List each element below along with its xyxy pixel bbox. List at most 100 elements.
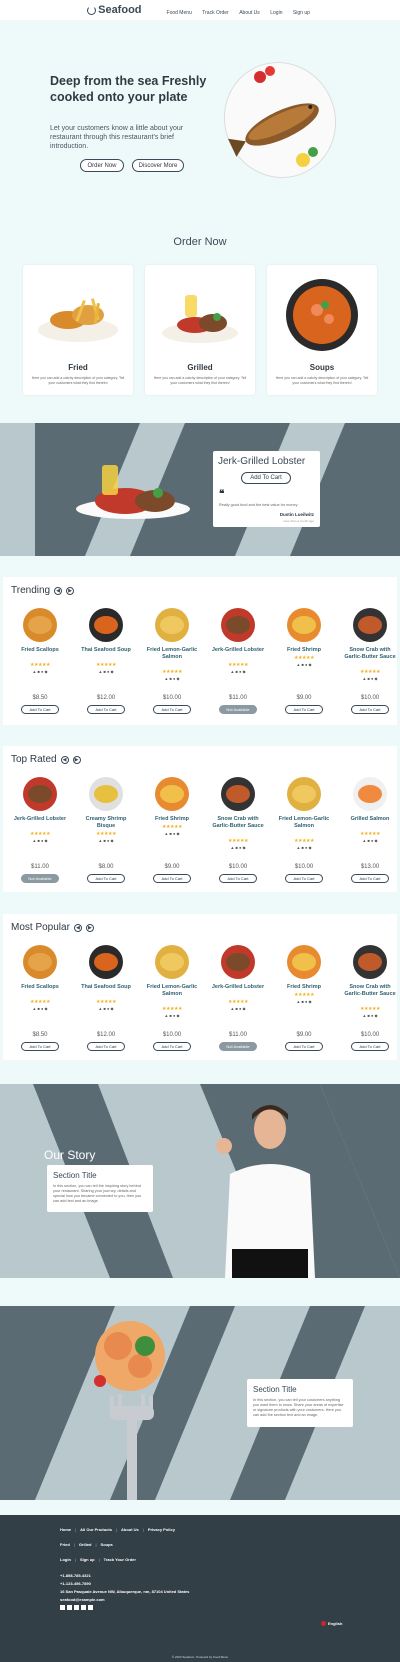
prev-arrow-icon[interactable]: ◀ xyxy=(60,755,69,764)
product-card-fried-shrimp[interactable]: Fried Shrimp ★★★★★ ▲ ■ ● ◆ $9.00 Add To Cart xyxy=(274,942,334,1054)
order-now-button[interactable]: Order Now xyxy=(80,159,124,172)
product-card-fried-lemon-garlic-salmon[interactable]: Fried Lemon-Garlic Salmon ★★★★★ ▲ ■ ● ◆ $10… xyxy=(274,774,334,886)
twitter-icon[interactable] xyxy=(67,1605,72,1610)
instagram-icon[interactable] xyxy=(81,1605,86,1610)
facebook-icon[interactable] xyxy=(60,1605,65,1610)
product-card-snow-crab-with-garlic-butter-sauce[interactable]: Snow Crab with Garlic-Butter Sauce ★★★★★ ▲… xyxy=(340,942,397,1054)
brand-name: Seafood xyxy=(98,4,142,16)
product-card-fried-shrimp[interactable]: Fried Shrimp ★★★★★ ▲ ■ ● ◆ $9.00 Add To Cart xyxy=(142,774,202,886)
featured-author: Dustin Lueilwitz xyxy=(279,512,314,517)
add-to-cart-button[interactable]: Add To Cart xyxy=(351,705,389,714)
nav-track-order[interactable]: Track Order xyxy=(202,10,228,16)
add-to-cart-button[interactable]: Add To Cart xyxy=(351,1042,389,1051)
add-to-cart-button[interactable]: Add To Cart xyxy=(285,705,323,714)
footer-link[interactable]: Login xyxy=(60,1557,71,1562)
prev-arrow-icon[interactable]: ◀ xyxy=(54,586,63,595)
rating-stars-icon: ★★★★★ xyxy=(228,662,248,668)
discover-more-button[interactable]: Discover More xyxy=(132,159,184,172)
add-to-cart-button[interactable]: Add To Cart xyxy=(351,874,389,883)
product-price: $12.00 xyxy=(96,1032,116,1038)
product-name[interactable]: Jerk-Grilled Lobster xyxy=(208,647,268,654)
product-card-thai-seafood-soup[interactable]: Thai Seafood Soup ★★★★★ ▲ ■ ● ◆ $12.00 Add T… xyxy=(76,942,136,1054)
product-name[interactable]: Snow Crab with Garlic-Butter Sauce xyxy=(340,647,397,661)
featured-add-to-cart-button[interactable]: Add To Cart xyxy=(241,472,291,484)
dietary-icons: ▲ ■ ● ◆ xyxy=(230,845,246,850)
add-to-cart-button[interactable]: Add To Cart xyxy=(87,874,125,883)
product-name[interactable]: Fried Lemon-Garlic Salmon xyxy=(142,647,202,661)
product-name[interactable]: Snow Crab with Garlic-Butter Sauce xyxy=(208,816,268,830)
footer-link[interactable]: Sign up xyxy=(80,1557,95,1562)
product-price: $8.50 xyxy=(32,695,48,701)
footer-address: 16 San Pasquale Avenue NW, Albuquerque, … xyxy=(60,1589,190,1594)
product-name[interactable]: Fried Shrimp xyxy=(274,647,334,654)
category-card-fried[interactable]: Fried Here you can add a catchy descript… xyxy=(23,265,133,395)
prev-arrow-icon[interactable]: ◀ xyxy=(73,923,82,932)
nav-about-us[interactable]: About Us xyxy=(239,10,260,16)
email-icon[interactable] xyxy=(88,1605,93,1610)
product-card-jerk-grilled-lobster[interactable]: Jerk-Grilled Lobster ★★★★★ ▲ ■ ● ◆ $11.00 No… xyxy=(208,942,268,1054)
product-name[interactable]: Thai Seafood Soup xyxy=(76,647,136,654)
product-card-jerk-grilled-lobster[interactable]: Jerk-Grilled Lobster ★★★★★ ▲ ■ ● ◆ $11.00 No… xyxy=(208,605,268,717)
add-to-cart-button[interactable]: Add To Cart xyxy=(153,705,191,714)
product-card-grilled-salmon[interactable]: Grilled Salmon ★★★★★ ▲ ■ ● ◆ $13.00 Add To C… xyxy=(340,774,397,886)
product-card-thai-seafood-soup[interactable]: Thai Seafood Soup ★★★★★ ▲ ■ ● ◆ $12.00 Add T… xyxy=(76,605,136,717)
nav-login[interactable]: Login xyxy=(270,10,282,16)
brand-logo[interactable]: Seafood xyxy=(87,4,142,16)
rating-stars-icon: ★★★★★ xyxy=(96,999,116,1005)
footer-phone1[interactable]: +1-858-785-4321 xyxy=(60,1573,91,1578)
product-card-fried-lemon-garlic-salmon[interactable]: Fried Lemon-Garlic Salmon ★★★★★ ▲ ■ ● ◆ $10… xyxy=(142,942,202,1054)
product-card-jerk-grilled-lobster[interactable]: Jerk-Grilled Lobster ★★★★★ ▲ ■ ● ◆ $11.00 No… xyxy=(10,774,70,886)
product-card-snow-crab-with-garlic-butter-sauce[interactable]: Snow Crab with Garlic-Butter Sauce ★★★★★ ▲… xyxy=(208,774,268,886)
youtube-icon[interactable] xyxy=(74,1605,79,1610)
product-name[interactable]: Fried Shrimp xyxy=(274,984,334,991)
next-arrow-icon[interactable]: ▶ xyxy=(72,755,81,764)
product-name[interactable]: Fried Lemon-Garlic Salmon xyxy=(274,816,334,830)
nav-sign-up[interactable]: Sign up xyxy=(293,10,310,16)
product-name[interactable]: Jerk-Grilled Lobster xyxy=(10,816,70,823)
add-to-cart-button[interactable]: Add To Cart xyxy=(153,1042,191,1051)
product-card-creamy-shrimp-bisque[interactable]: Creamy Shrimp Bisque ★★★★★ ▲ ■ ● ◆ $8.00 Add… xyxy=(76,774,136,886)
footer-link[interactable]: Privacy Policy xyxy=(148,1527,175,1532)
language-selector[interactable]: English xyxy=(321,1621,342,1626)
add-to-cart-button[interactable]: Add To Cart xyxy=(87,705,125,714)
product-name[interactable]: Thai Seafood Soup xyxy=(76,984,136,991)
product-name[interactable]: Snow Crab with Garlic-Butter Sauce xyxy=(340,984,397,998)
next-arrow-icon[interactable]: ▶ xyxy=(66,586,75,595)
add-to-cart-button[interactable]: Add To Cart xyxy=(219,874,257,883)
next-arrow-icon[interactable]: ▶ xyxy=(85,923,94,932)
add-to-cart-button[interactable]: Add To Cart xyxy=(87,1042,125,1051)
footer-email[interactable]: seafood@example.com xyxy=(60,1597,105,1602)
footer-link[interactable]: Soups xyxy=(101,1542,113,1547)
dietary-icons: ▲ ■ ● ◆ xyxy=(296,845,312,850)
add-to-cart-button[interactable]: Add To Cart xyxy=(285,874,323,883)
dish-image xyxy=(287,608,321,642)
footer-link[interactable]: Home xyxy=(60,1527,71,1532)
product-card-fried-lemon-garlic-salmon[interactable]: Fried Lemon-Garlic Salmon ★★★★★ ▲ ■ ● ◆ $10… xyxy=(142,605,202,717)
trending-title: Trending xyxy=(11,585,51,596)
product-name[interactable]: Fried Lemon-Garlic Salmon xyxy=(142,984,202,998)
product-name[interactable]: Grilled Salmon xyxy=(340,816,397,823)
product-name[interactable]: Creamy Shrimp Bisque xyxy=(76,816,136,830)
nav-food-menu[interactable]: Food Menu xyxy=(167,10,192,16)
add-to-cart-button[interactable]: Add To Cart xyxy=(21,1042,59,1051)
product-card-snow-crab-with-garlic-butter-sauce[interactable]: Snow Crab with Garlic-Butter Sauce ★★★★★ ▲… xyxy=(340,605,397,717)
footer-link[interactable]: Track Your Order xyxy=(104,1557,136,1562)
product-name[interactable]: Fried Shrimp xyxy=(142,816,202,823)
add-to-cart-button[interactable]: Add To Cart xyxy=(285,1042,323,1051)
footer-link[interactable]: All Our Products xyxy=(80,1527,112,1532)
product-card-fried-scallops[interactable]: Fried Scallops ★★★★★ ▲ ■ ● ◆ $8.50 Add To Ca… xyxy=(10,942,70,1054)
product-name[interactable]: Jerk-Grilled Lobster xyxy=(208,984,268,991)
add-to-cart-button[interactable]: Add To Cart xyxy=(153,874,191,883)
product-name[interactable]: Fried Scallops xyxy=(10,647,70,654)
footer-link[interactable]: Grilled xyxy=(79,1542,92,1547)
product-card-fried-shrimp[interactable]: Fried Shrimp ★★★★★ ▲ ■ ● ◆ $9.00 Add To Cart xyxy=(274,605,334,717)
product-name[interactable]: Fried Scallops xyxy=(10,984,70,991)
add-to-cart-button[interactable]: Add To Cart xyxy=(21,705,59,714)
category-card-soups[interactable]: Soups Here you can add a catchy descript… xyxy=(267,265,377,395)
footer-link[interactable]: About Us xyxy=(121,1527,139,1532)
dietary-icons: ▲ ■ ● ◆ xyxy=(296,662,312,667)
footer-link[interactable]: Fried xyxy=(60,1542,70,1547)
footer-phone2[interactable]: +1-123-456-7890 xyxy=(60,1581,91,1586)
product-card-fried-scallops[interactable]: Fried Scallops ★★★★★ ▲ ■ ● ◆ $8.50 Add To Ca… xyxy=(10,605,70,717)
category-card-grilled[interactable]: Grilled Here you can add a catchy descri… xyxy=(145,265,255,395)
